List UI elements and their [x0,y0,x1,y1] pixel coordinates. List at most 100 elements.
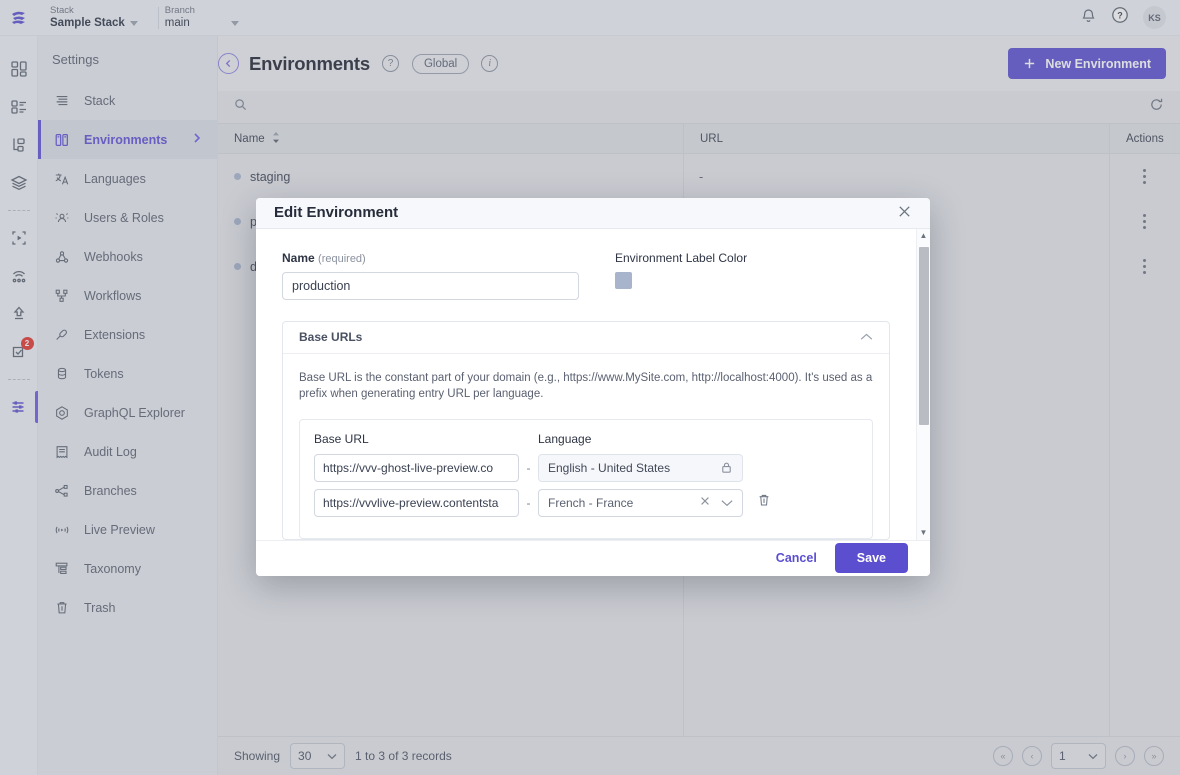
records-label: 1 to 3 of 3 records [355,749,452,763]
close-icon[interactable] [897,204,912,222]
search-icon[interactable] [234,98,247,116]
base-url-row: https://vvv-ghost-live-preview.co - Engl… [314,453,858,482]
delete-base-url-icon[interactable] [757,493,771,512]
sidebar-item-extensions[interactable]: Extensions [38,315,217,354]
branch-selector[interactable]: Branch main [165,5,265,30]
live-preview-icon [52,522,72,538]
info-circle-icon[interactable]: i [481,55,499,72]
next-page-button[interactable]: › [1115,746,1135,766]
base-url-input[interactable]: https://vvv-ghost-live-preview.co [314,453,519,482]
base-urls-accordion-header[interactable]: Base URLs [283,322,889,354]
base-urls-column-headers: Base URL Language [314,432,858,446]
scrollbar-track[interactable] [917,243,931,526]
environment-name-input[interactable] [282,271,579,300]
help-circle-icon[interactable]: ? [381,55,399,72]
stack-selector[interactable]: Stack Sample Stack [50,5,152,30]
environment-label-color-swatch[interactable] [615,271,632,289]
back-button[interactable] [218,53,239,74]
sidebar-item-environments[interactable]: Environments [38,120,217,159]
table-header-row: Name URL Actions [218,123,1180,154]
language-column-label: Language [538,431,592,446]
name-label-text: Name [282,250,315,265]
sidebar-item-graphql-explorer[interactable]: GraphQL Explorer [38,393,217,432]
cell-url: - [699,169,704,184]
rail-item-assets[interactable] [0,164,38,202]
row-actions-menu[interactable] [1143,259,1146,274]
sidebar-item-label: Live Preview [84,522,155,537]
sidebar-item-stack[interactable]: Stack [38,81,217,120]
sidebar-item-taxonomy[interactable]: Taxonomy [38,549,217,588]
language-select[interactable]: French - France [538,488,743,517]
dashboard-icon [10,61,27,77]
first-page-button[interactable]: « [993,746,1013,766]
sidebar-item-label: Tokens [84,366,124,381]
new-environment-button[interactable]: New Environment [1008,48,1166,79]
divider [157,6,159,29]
user-avatar[interactable]: KS [1143,6,1166,29]
app-logo[interactable] [0,8,38,28]
cancel-button[interactable]: Cancel [776,551,817,565]
svg-text:?: ? [1117,11,1123,21]
content-types-icon [10,100,26,114]
base-url-input[interactable]: https://vvvlive-preview.contentsta [314,488,519,517]
rail-item-publish-queue[interactable] [0,295,38,333]
sidebar-item-users-roles[interactable]: Users & Roles [38,198,217,237]
refresh-icon[interactable] [1149,97,1164,117]
rail-item-tasks[interactable]: 2 [0,333,38,371]
save-button[interactable]: Save [834,543,908,574]
stack-label: Stack [50,5,74,16]
dialog-scroll-area: Name (required) Environment Label Color … [256,229,916,540]
scroll-down-arrow[interactable]: ▼ [920,526,928,540]
row-actions-menu[interactable] [1143,214,1146,229]
rail-divider [7,210,30,211]
settings-nav: Stack Environments Languages Users & Rol… [38,77,217,627]
notifications-bell-icon[interactable] [1080,7,1097,29]
chevron-down-icon[interactable] [721,496,733,510]
sidebar-item-tokens[interactable]: Tokens [38,354,217,393]
page-number-select[interactable]: 1 [1051,743,1106,769]
page-size-select[interactable]: 30 [290,743,346,769]
sidebar-item-live-preview[interactable]: Live Preview [38,510,217,549]
sidebar-item-audit-log[interactable]: Audit Log [38,432,217,471]
prev-page-button[interactable]: ‹ [1022,746,1042,766]
sidebar-item-webhooks[interactable]: Webhooks [38,237,217,276]
dialog-footer: Cancel Save [256,539,930,576]
extensions-icon [52,327,72,343]
settings-sidebar: Settings Stack Environments Languages Us… [38,36,218,775]
table-row[interactable]: staging - [218,154,1180,199]
scope-badge-global[interactable]: Global [411,53,470,74]
environment-color-dot [234,218,241,225]
sort-icon[interactable] [272,131,280,146]
graphql-icon [52,405,72,421]
tokens-icon [52,366,72,382]
page-size-value: 30 [298,749,312,763]
dialog-scrollbar[interactable]: ▲ ▼ [916,228,931,540]
stack-value: Sample Stack [50,17,125,29]
rail-item-settings[interactable] [0,388,38,426]
clear-language-icon[interactable] [699,495,711,510]
live-preview-icon [11,231,26,245]
sidebar-item-workflows[interactable]: Workflows [38,276,217,315]
last-page-button[interactable]: » [1144,746,1164,766]
sidebar-item-label: Branches [84,483,137,498]
rail-item-content-types[interactable] [0,88,38,126]
column-header-name[interactable]: Name [218,131,683,146]
rail-item-entries[interactable] [0,126,38,164]
scroll-up-arrow[interactable]: ▲ [920,229,928,243]
top-bar: Stack Sample Stack Branch main ? KS [0,0,1180,36]
scrollbar-thumb[interactable] [918,246,929,425]
sidebar-item-trash[interactable]: Trash [38,588,217,627]
users-roles-icon [52,210,72,226]
sidebar-item-languages[interactable]: Languages [38,159,217,198]
help-icon[interactable]: ? [1111,6,1129,29]
sidebar-item-branches[interactable]: Branches [38,471,217,510]
sidebar-item-label: Users & Roles [84,210,164,225]
rail-item-live-preview[interactable] [0,219,38,257]
rail-item-releases[interactable] [0,257,38,295]
search-input[interactable] [255,100,815,114]
name-label: Name (required) [282,251,579,265]
row-actions-menu[interactable] [1143,169,1146,184]
avatar-initials: KS [1148,12,1161,23]
rail-item-dashboard[interactable] [0,50,38,88]
chevron-up-icon[interactable] [860,330,873,344]
